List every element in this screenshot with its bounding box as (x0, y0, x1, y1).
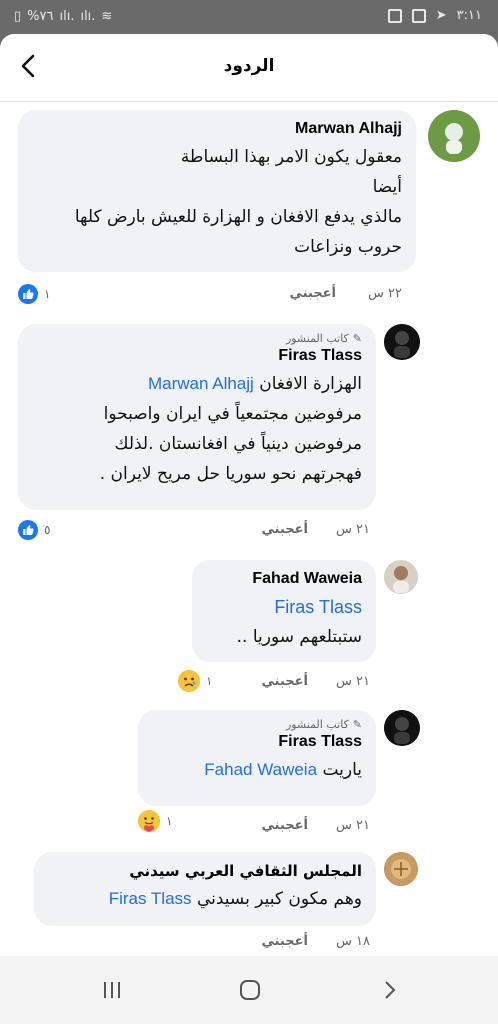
comment-actions: ٢١ س أعجبني (0, 522, 498, 542)
pencil-icon: ✎ (352, 332, 362, 345)
back-icon[interactable] (378, 978, 402, 1002)
comment-time: ٢١ س (336, 818, 370, 833)
avatar[interactable] (384, 852, 418, 886)
comment-bubble[interactable]: Fahad Waweia Firas Tlass ستبتلعهم سوريا … (192, 560, 376, 662)
comment-text: Firas Tlass ستبتلعهم سوريا .. (206, 592, 362, 652)
signal-icon: ılı. (59, 9, 75, 24)
author-badge: ✎ كاتب المنشور (285, 718, 362, 731)
comment-text: معقول يكون الامر بهذا البساطة أيضا مالذي… (74, 147, 402, 257)
comment-time: ٢١ س (336, 674, 370, 689)
battery-icon: ▯ (14, 9, 22, 24)
notification-icon (387, 8, 402, 23)
comment-time: ١٨ س (336, 934, 370, 949)
like-reaction-icon (18, 284, 38, 304)
comment-bubble[interactable]: Marwan Alhajj معقول يكون الامر بهذا البس… (18, 110, 416, 272)
comment-actions: ٢١ س أعجبني (0, 818, 498, 838)
signal-icon-2: ılı. (80, 9, 96, 24)
battery-level: %٧٦ (27, 9, 54, 24)
mention-link[interactable]: Firas Tlass (206, 592, 362, 622)
comment-time: ٢١ س (336, 522, 370, 537)
comment-bubble[interactable]: ✎ كاتب المنشور Firas Tlass ياريت Fahad W… (138, 710, 376, 806)
author-badge: ✎ كاتب المنشور (285, 332, 362, 345)
comment-author[interactable]: Firas Tlass (32, 347, 362, 365)
mention-link[interactable]: Fahad Waweia (204, 760, 317, 779)
avatar-image (384, 710, 420, 746)
wifi-icon: ≋ (101, 9, 113, 24)
comment-text: وهم مكون كبير بسيدني Firas Tlass (108, 889, 362, 909)
care-reaction-icon (138, 810, 160, 832)
reaction-count[interactable]: ١ (178, 670, 212, 692)
avatar-image (384, 560, 418, 594)
avatar-image (428, 110, 480, 162)
like-button[interactable]: أعجبني (262, 818, 308, 833)
pencil-icon: ✎ (352, 718, 362, 731)
replies-sheet: الردود Marwan Alhajj معقول يكون الامر به… (0, 34, 498, 956)
gallery-icon (411, 8, 426, 23)
avatar[interactable] (384, 560, 418, 594)
comment-author[interactable]: Marwan Alhajj (32, 120, 402, 138)
like-button[interactable]: أعجبني (262, 674, 308, 689)
clock-time: ٣:١١ (456, 8, 482, 23)
page-title: الردود (223, 56, 275, 76)
avatar-image (384, 852, 418, 886)
comment-author[interactable]: المجلس الثقافي العربي سيدني (48, 862, 362, 880)
comment-bubble[interactable]: المجلس الثقافي العربي سيدني وهم مكون كبي… (34, 852, 376, 926)
telegram-icon: ➤ (435, 8, 447, 23)
like-button[interactable]: أعجبني (290, 286, 336, 301)
recent-apps-icon[interactable] (100, 978, 124, 1002)
avatar[interactable] (384, 324, 420, 360)
comment-actions: ٢١ س أعجبني (0, 674, 498, 694)
header: الردود (0, 34, 498, 102)
avatar[interactable] (428, 110, 480, 162)
mention-link[interactable]: Firas Tlass (109, 889, 192, 908)
reaction-count[interactable]: ١ (138, 810, 172, 832)
sad-reaction-icon (178, 670, 200, 692)
avatar-image (384, 324, 420, 360)
android-nav-bar (0, 956, 498, 1024)
comment-text: الهزارة الافغان Marwan Alhajj مرفوضين مج… (99, 374, 362, 484)
comment-actions: ٢٢ س أعجبني (0, 286, 498, 306)
comment-text: ياريت Fahad Waweia (204, 760, 362, 780)
comment-author[interactable]: Firas Tlass (152, 733, 362, 751)
like-reaction-icon (18, 520, 38, 540)
avatar[interactable] (384, 710, 420, 746)
status-bar: ▯ %٧٦ ılı. ılı. ≋ ➤ ٣:١١ (0, 0, 498, 36)
comment-author[interactable]: Fahad Waweia (206, 570, 362, 588)
home-icon[interactable] (238, 978, 262, 1002)
comment-bubble[interactable]: ✎ كاتب المنشور Firas Tlass الهزارة الافغ… (18, 324, 376, 510)
like-button[interactable]: أعجبني (262, 934, 308, 949)
reaction-count[interactable]: ٥ (18, 520, 50, 540)
mention-link[interactable]: Marwan Alhajj (148, 374, 254, 393)
reaction-count[interactable]: ١ (18, 284, 50, 304)
comment-actions: ١٨ س أعجبني (0, 934, 498, 954)
like-button[interactable]: أعجبني (262, 522, 308, 537)
comment-time: ٢٢ س (368, 286, 402, 301)
